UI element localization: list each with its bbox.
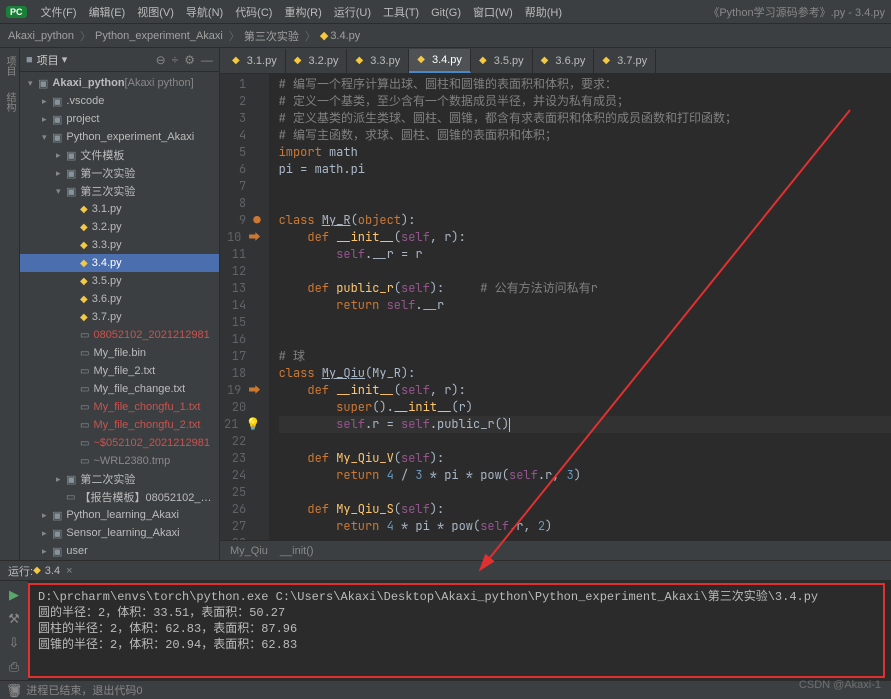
editor-tab[interactable]: ◆ 3.1.py xyxy=(224,49,286,73)
run-config-name[interactable]: 3.4 xyxy=(45,565,60,577)
menu-item[interactable]: 重构(R) xyxy=(278,7,327,19)
tree-item[interactable]: ▸▣.vscode xyxy=(20,92,219,110)
tree-item[interactable]: ▭My_file_chongfu_2.txt xyxy=(20,416,219,434)
gear-icon[interactable]: ⚙ xyxy=(184,53,195,67)
tree-item[interactable]: ◆3.1.py xyxy=(20,200,219,218)
watermark-text: CSDN @Akaxi-1 xyxy=(799,679,881,692)
menu-bar: PC 文件(F)编辑(E)视图(V)导航(N)代码(C)重构(R)运行(U)工具… xyxy=(0,0,891,24)
code[interactable]: # 编写一个程序计算出球、圆柱和圆锥的表面积和体积，要求：# 定义一个基类，至少… xyxy=(269,74,891,540)
editor-tab[interactable]: ◆ 3.3.py xyxy=(347,49,409,73)
tree-item[interactable]: ▭My_file_chongfu_1.txt xyxy=(20,398,219,416)
tree-item[interactable]: ▸▣project xyxy=(20,110,219,128)
tree-item[interactable]: ▭My_file_change.txt xyxy=(20,380,219,398)
structure-tool-label[interactable]: 结构 xyxy=(2,88,17,116)
sidebar-title: 项目 xyxy=(37,52,59,68)
print-icon[interactable]: ⎙ xyxy=(9,659,19,675)
down-icon[interactable]: ⇩ xyxy=(9,635,20,651)
left-tool-rail: 项目 结构 xyxy=(0,48,20,560)
status-bar: ▣ 进程已结束，退出代码0 xyxy=(0,680,891,698)
tree-item[interactable]: ◆3.4.py xyxy=(20,254,219,272)
breadcrumb: Akaxi_python〉Python_experiment_Akaxi〉第三次… xyxy=(0,24,891,48)
python-icon: ◆ xyxy=(33,565,41,576)
tree-item[interactable]: ◆3.5.py xyxy=(20,272,219,290)
project-tree[interactable]: ▾▣Akaxi_python [Akaxi python]▸▣.vscode▸▣… xyxy=(20,72,219,560)
stop-icon[interactable]: ⚒ xyxy=(8,611,20,627)
close-icon[interactable]: × xyxy=(66,565,72,577)
run-console[interactable]: D:\prcharm\envs\torch\python.exe C:\User… xyxy=(28,583,885,678)
tree-item[interactable]: ◆3.2.py xyxy=(20,218,219,236)
menu-item[interactable]: 视图(V) xyxy=(131,7,180,19)
hide-icon[interactable]: — xyxy=(201,53,213,67)
trash-icon[interactable]: 🗑 xyxy=(6,683,23,699)
tree-item[interactable]: ◆3.3.py xyxy=(20,236,219,254)
menu-item[interactable]: 工具(T) xyxy=(377,7,425,19)
collapse-icon[interactable]: ⊖ xyxy=(156,53,166,67)
ide-badge: PC xyxy=(6,6,27,18)
rerun-icon[interactable]: ▶ xyxy=(9,587,19,603)
watermark: CSDN @Akaxi-1 xyxy=(799,679,881,692)
tree-item[interactable]: ▾▣Python_experiment_Akaxi xyxy=(20,128,219,146)
tree-item[interactable]: ▸▣第二次实验 xyxy=(20,470,219,488)
tree-item[interactable]: ▸▣user xyxy=(20,542,219,560)
tree-root[interactable]: ▾▣Akaxi_python [Akaxi python] xyxy=(20,74,219,92)
editor-tabs: ◆ 3.1.py◆ 3.2.py◆ 3.3.py◆ 3.4.py◆ 3.5.py… xyxy=(220,48,891,74)
menu-item[interactable]: 导航(N) xyxy=(180,7,229,19)
window-title: 《Python学习源码参考》.py - 3.4.py xyxy=(708,4,885,20)
sidebar-header: ■ 项目 ▾ ⊖ ÷ ⚙ — xyxy=(20,48,219,72)
editor-tab[interactable]: ◆ 3.2.py xyxy=(286,49,348,73)
tree-item[interactable]: ▸▣Sensor_learning_Akaxi xyxy=(20,524,219,542)
editor-tab[interactable]: ◆ 3.6.py xyxy=(533,49,595,73)
breadcrumb-item[interactable]: 第三次实验 xyxy=(244,28,299,44)
tree-item[interactable]: ▭~$052102_2021212981 xyxy=(20,434,219,452)
run-panel: ▶ ⚒ ⇩ ⎙ 🗑 D:\prcharm\envs\torch\python.e… xyxy=(0,580,891,680)
tree-item[interactable]: ▸▣文件模板 xyxy=(20,146,219,164)
menu-item[interactable]: 运行(U) xyxy=(328,7,377,19)
editor-tab[interactable]: ◆ 3.4.py xyxy=(409,49,471,73)
tree-item[interactable]: ▸▣第一次实验 xyxy=(20,164,219,182)
status-text: 进程已结束，退出代码0 xyxy=(26,682,142,698)
structure-breadcrumb: My_Qiu __init() xyxy=(220,540,891,560)
folder-icon: ■ xyxy=(26,54,33,66)
tree-item[interactable]: ▭~WRL2380.tmp xyxy=(20,452,219,470)
menu-item[interactable]: 帮助(H) xyxy=(519,7,568,19)
breadcrumb-item[interactable]: Akaxi_python xyxy=(8,30,74,42)
tree-item[interactable]: ▭08052102_2021212981 xyxy=(20,326,219,344)
project-sidebar: ■ 项目 ▾ ⊖ ÷ ⚙ — ▾▣Akaxi_python [Akaxi pyt… xyxy=(20,48,220,560)
editor-tab[interactable]: ◆ 3.7.py xyxy=(594,49,656,73)
menu-item[interactable]: 窗口(W) xyxy=(467,7,519,19)
divide-icon[interactable]: ÷ xyxy=(172,53,179,67)
struct-method[interactable]: __init() xyxy=(280,545,314,557)
tree-item[interactable]: ▭My_file_2.txt xyxy=(20,362,219,380)
menu-item[interactable]: 代码(C) xyxy=(229,7,278,19)
menu-item[interactable]: 文件(F) xyxy=(35,7,83,19)
run-label: 运行: xyxy=(8,563,33,579)
menu-items: 文件(F)编辑(E)视图(V)导航(N)代码(C)重构(R)运行(U)工具(T)… xyxy=(35,4,569,20)
struct-class[interactable]: My_Qiu xyxy=(230,545,268,557)
tree-item[interactable]: ◆3.7.py xyxy=(20,308,219,326)
code-area[interactable]: 1 2 3 4 5 6 7 8 9 ● 10 ⮕ 11 12 13 14 15 … xyxy=(220,74,891,540)
menu-item[interactable]: Git(G) xyxy=(425,7,467,19)
breadcrumb-item[interactable]: 3.4.py xyxy=(330,30,360,42)
gutter: 1 2 3 4 5 6 7 8 9 ● 10 ⮕ 11 12 13 14 15 … xyxy=(220,74,269,540)
run-toolbar: ▶ ⚒ ⇩ ⎙ 🗑 xyxy=(0,581,28,680)
tree-item[interactable]: ▾▣第三次实验 xyxy=(20,182,219,200)
tree-item[interactable]: ▭My_file.bin xyxy=(20,344,219,362)
editor-area: ◆ 3.1.py◆ 3.2.py◆ 3.3.py◆ 3.4.py◆ 3.5.py… xyxy=(220,48,891,560)
menu-item[interactable]: 编辑(E) xyxy=(83,7,132,19)
tree-item[interactable]: ▸▣Python_learning_Akaxi xyxy=(20,506,219,524)
tree-item[interactable]: ◆3.6.py xyxy=(20,290,219,308)
project-tool-label[interactable]: 项目 xyxy=(2,52,17,80)
tree-item[interactable]: ▭【报告模板】08052102_… xyxy=(20,488,219,506)
editor-tab[interactable]: ◆ 3.5.py xyxy=(471,49,533,73)
breadcrumb-item[interactable]: Python_experiment_Akaxi xyxy=(95,30,223,42)
run-tool-header: 运行: ◆ 3.4 × xyxy=(0,560,891,580)
